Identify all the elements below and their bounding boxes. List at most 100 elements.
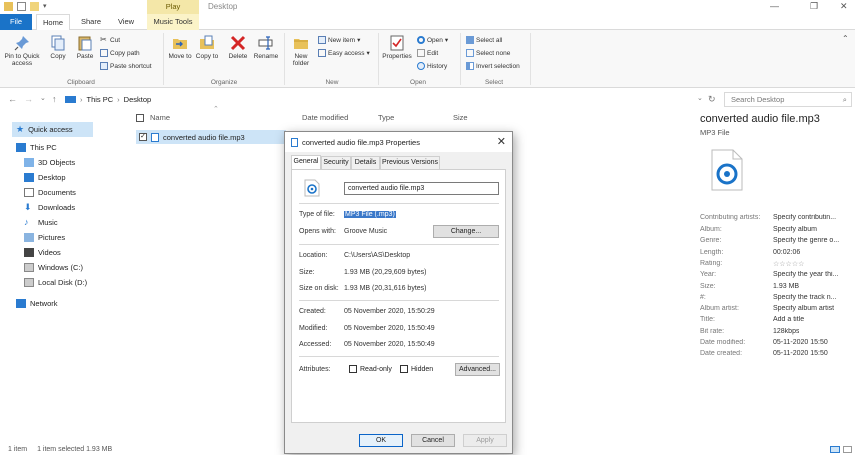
easy-access-button[interactable]: Easy access ▾ [318,49,370,57]
copy-path-button[interactable]: Copy path [100,49,140,57]
cancel-button[interactable]: Cancel [411,434,455,447]
copy-to-icon [200,35,214,49]
large-icons-view-icon[interactable] [843,446,852,453]
close-icon[interactable]: ✕ [497,135,506,148]
nav-windows-c[interactable]: Windows (C:) [24,263,83,272]
copy-button[interactable]: Copy [46,35,70,60]
delete-button[interactable]: Delete [225,35,251,60]
details-subtitle: MP3 File [700,128,730,137]
select-none-button[interactable]: Select none [466,49,510,57]
invert-selection-label: Invert selection [476,62,520,70]
download-icon: ⬇ [24,202,32,212]
nav-documents[interactable]: Documents [24,188,76,197]
detail-value[interactable]: Specify album artist [773,305,834,312]
pin-quick-access-button[interactable]: Pin to Quick access [2,35,42,67]
cut-button[interactable]: ✂ Cut [100,36,120,44]
chevron-up-icon[interactable]: ⌃ [842,34,849,43]
detail-value[interactable]: Specify the genre o... [773,237,839,244]
advanced-button[interactable]: Advanced... [455,363,500,376]
new-folder-qat-icon[interactable] [30,2,39,11]
select-all-button[interactable]: Select all [466,36,502,44]
created-value: 05 November 2020, 15:50:29 [344,308,435,315]
new-item-button[interactable]: New item ▾ [318,36,360,44]
nav-quick-access[interactable]: ★ Quick access [12,122,93,137]
detail-value[interactable]: Add a title [773,316,804,323]
breadcrumb-desktop[interactable]: Desktop [124,95,152,104]
window-title: Desktop [208,2,238,11]
open-button[interactable]: Open ▾ [417,36,448,44]
tab-file[interactable]: File [0,14,32,30]
nav-desktop[interactable]: Desktop [24,173,66,182]
refresh-icon[interactable]: ↻ [708,94,716,105]
chevron-down-icon[interactable]: ⌄ [40,94,46,102]
breadcrumb-this-pc[interactable]: This PC [87,95,114,104]
hidden-checkbox[interactable]: Hidden [400,365,433,373]
minimize-icon[interactable]: — [770,1,779,11]
details-view-icon[interactable] [830,446,840,453]
select-all-checkbox[interactable] [136,114,144,122]
back-arrow-icon[interactable]: ← [8,94,17,104]
tab-share[interactable]: Share [76,14,106,30]
column-header-size[interactable]: Size [453,113,468,122]
chevron-down-icon[interactable]: ▾ [43,2,52,11]
tab-view[interactable]: View [112,14,140,30]
up-arrow-icon[interactable]: ↑ [52,94,57,104]
properties-button[interactable]: Properties [380,35,414,60]
address-bar[interactable]: › This PC › Desktop [64,92,704,107]
column-header-name[interactable]: Name [150,113,170,122]
file-row[interactable]: ✓ converted audio file.mp3 [136,130,286,144]
detail-value[interactable]: Specify the track n... [773,294,836,301]
search-placeholder: Search Desktop [731,95,785,104]
nav-this-pc[interactable]: This PC [16,143,57,152]
read-only-checkbox[interactable]: Read-only [349,365,392,373]
apply-button[interactable]: Apply [463,434,507,447]
invert-selection-icon [466,62,474,70]
invert-selection-button[interactable]: Invert selection [466,62,520,70]
tab-details[interactable]: Details [351,156,380,169]
change-button[interactable]: Change... [433,225,499,238]
nav-pictures[interactable]: Pictures [24,233,65,242]
detail-key: Title: [700,316,715,323]
file-checkbox[interactable]: ✓ [139,133,147,141]
properties-qat-icon[interactable] [17,2,26,11]
rename-button[interactable]: Rename [252,35,280,60]
forward-arrow-icon[interactable]: → [24,94,33,104]
close-icon[interactable]: ✕ [840,1,848,12]
tab-previous-versions[interactable]: Previous Versions [380,156,440,169]
type-of-file-value[interactable]: MP3 File (.mp3) [344,211,396,218]
detail-row: Title: Add a title [700,316,855,323]
search-input[interactable]: Search Desktop ⌕ [724,92,852,107]
copy-icon [51,35,65,51]
new-item-icon [318,36,326,44]
file-name-input[interactable]: converted audio file.mp3 [344,182,499,195]
paste-shortcut-button[interactable]: Paste shortcut [100,62,152,70]
detail-value[interactable]: Specify album [773,226,817,233]
nav-music[interactable]: ♪ Music [24,218,58,228]
nav-videos[interactable]: Videos [24,248,61,257]
edit-button[interactable]: Edit [417,49,438,57]
nav-network[interactable]: Network [16,299,58,308]
sort-arrow-icon: ⌃ [213,106,219,113]
tab-music-tools[interactable]: Music Tools [147,14,199,30]
tab-security[interactable]: Security [321,156,351,169]
chevron-down-icon[interactable]: ⌄ [697,94,703,102]
history-button[interactable]: History [417,62,447,70]
ok-button[interactable]: OK [359,434,403,447]
move-to-button[interactable]: Move to [168,35,192,60]
new-folder-button[interactable]: New folder [288,35,314,67]
nav-downloads[interactable]: ⬇ Downloads [24,202,75,213]
nav-3d-objects[interactable]: 3D Objects [24,158,75,167]
detail-value[interactable]: Specify contributin... [773,214,836,221]
detail-row: Bit rate: 128kbps [700,328,855,335]
column-header-type[interactable]: Type [378,113,394,122]
tab-general[interactable]: General [291,155,321,169]
tab-home[interactable]: Home [36,14,70,31]
copy-to-button[interactable]: Copy to [195,35,219,60]
maximize-icon[interactable]: ❐ [810,1,818,12]
drive-icon [24,263,34,272]
rating-stars[interactable]: ☆☆☆☆☆ [773,260,804,268]
paste-button[interactable]: Paste [72,35,98,60]
column-header-date[interactable]: Date modified [302,113,348,122]
detail-value[interactable]: Specify the year thi... [773,271,838,278]
nav-local-disk-d[interactable]: Local Disk (D:) [24,278,87,287]
